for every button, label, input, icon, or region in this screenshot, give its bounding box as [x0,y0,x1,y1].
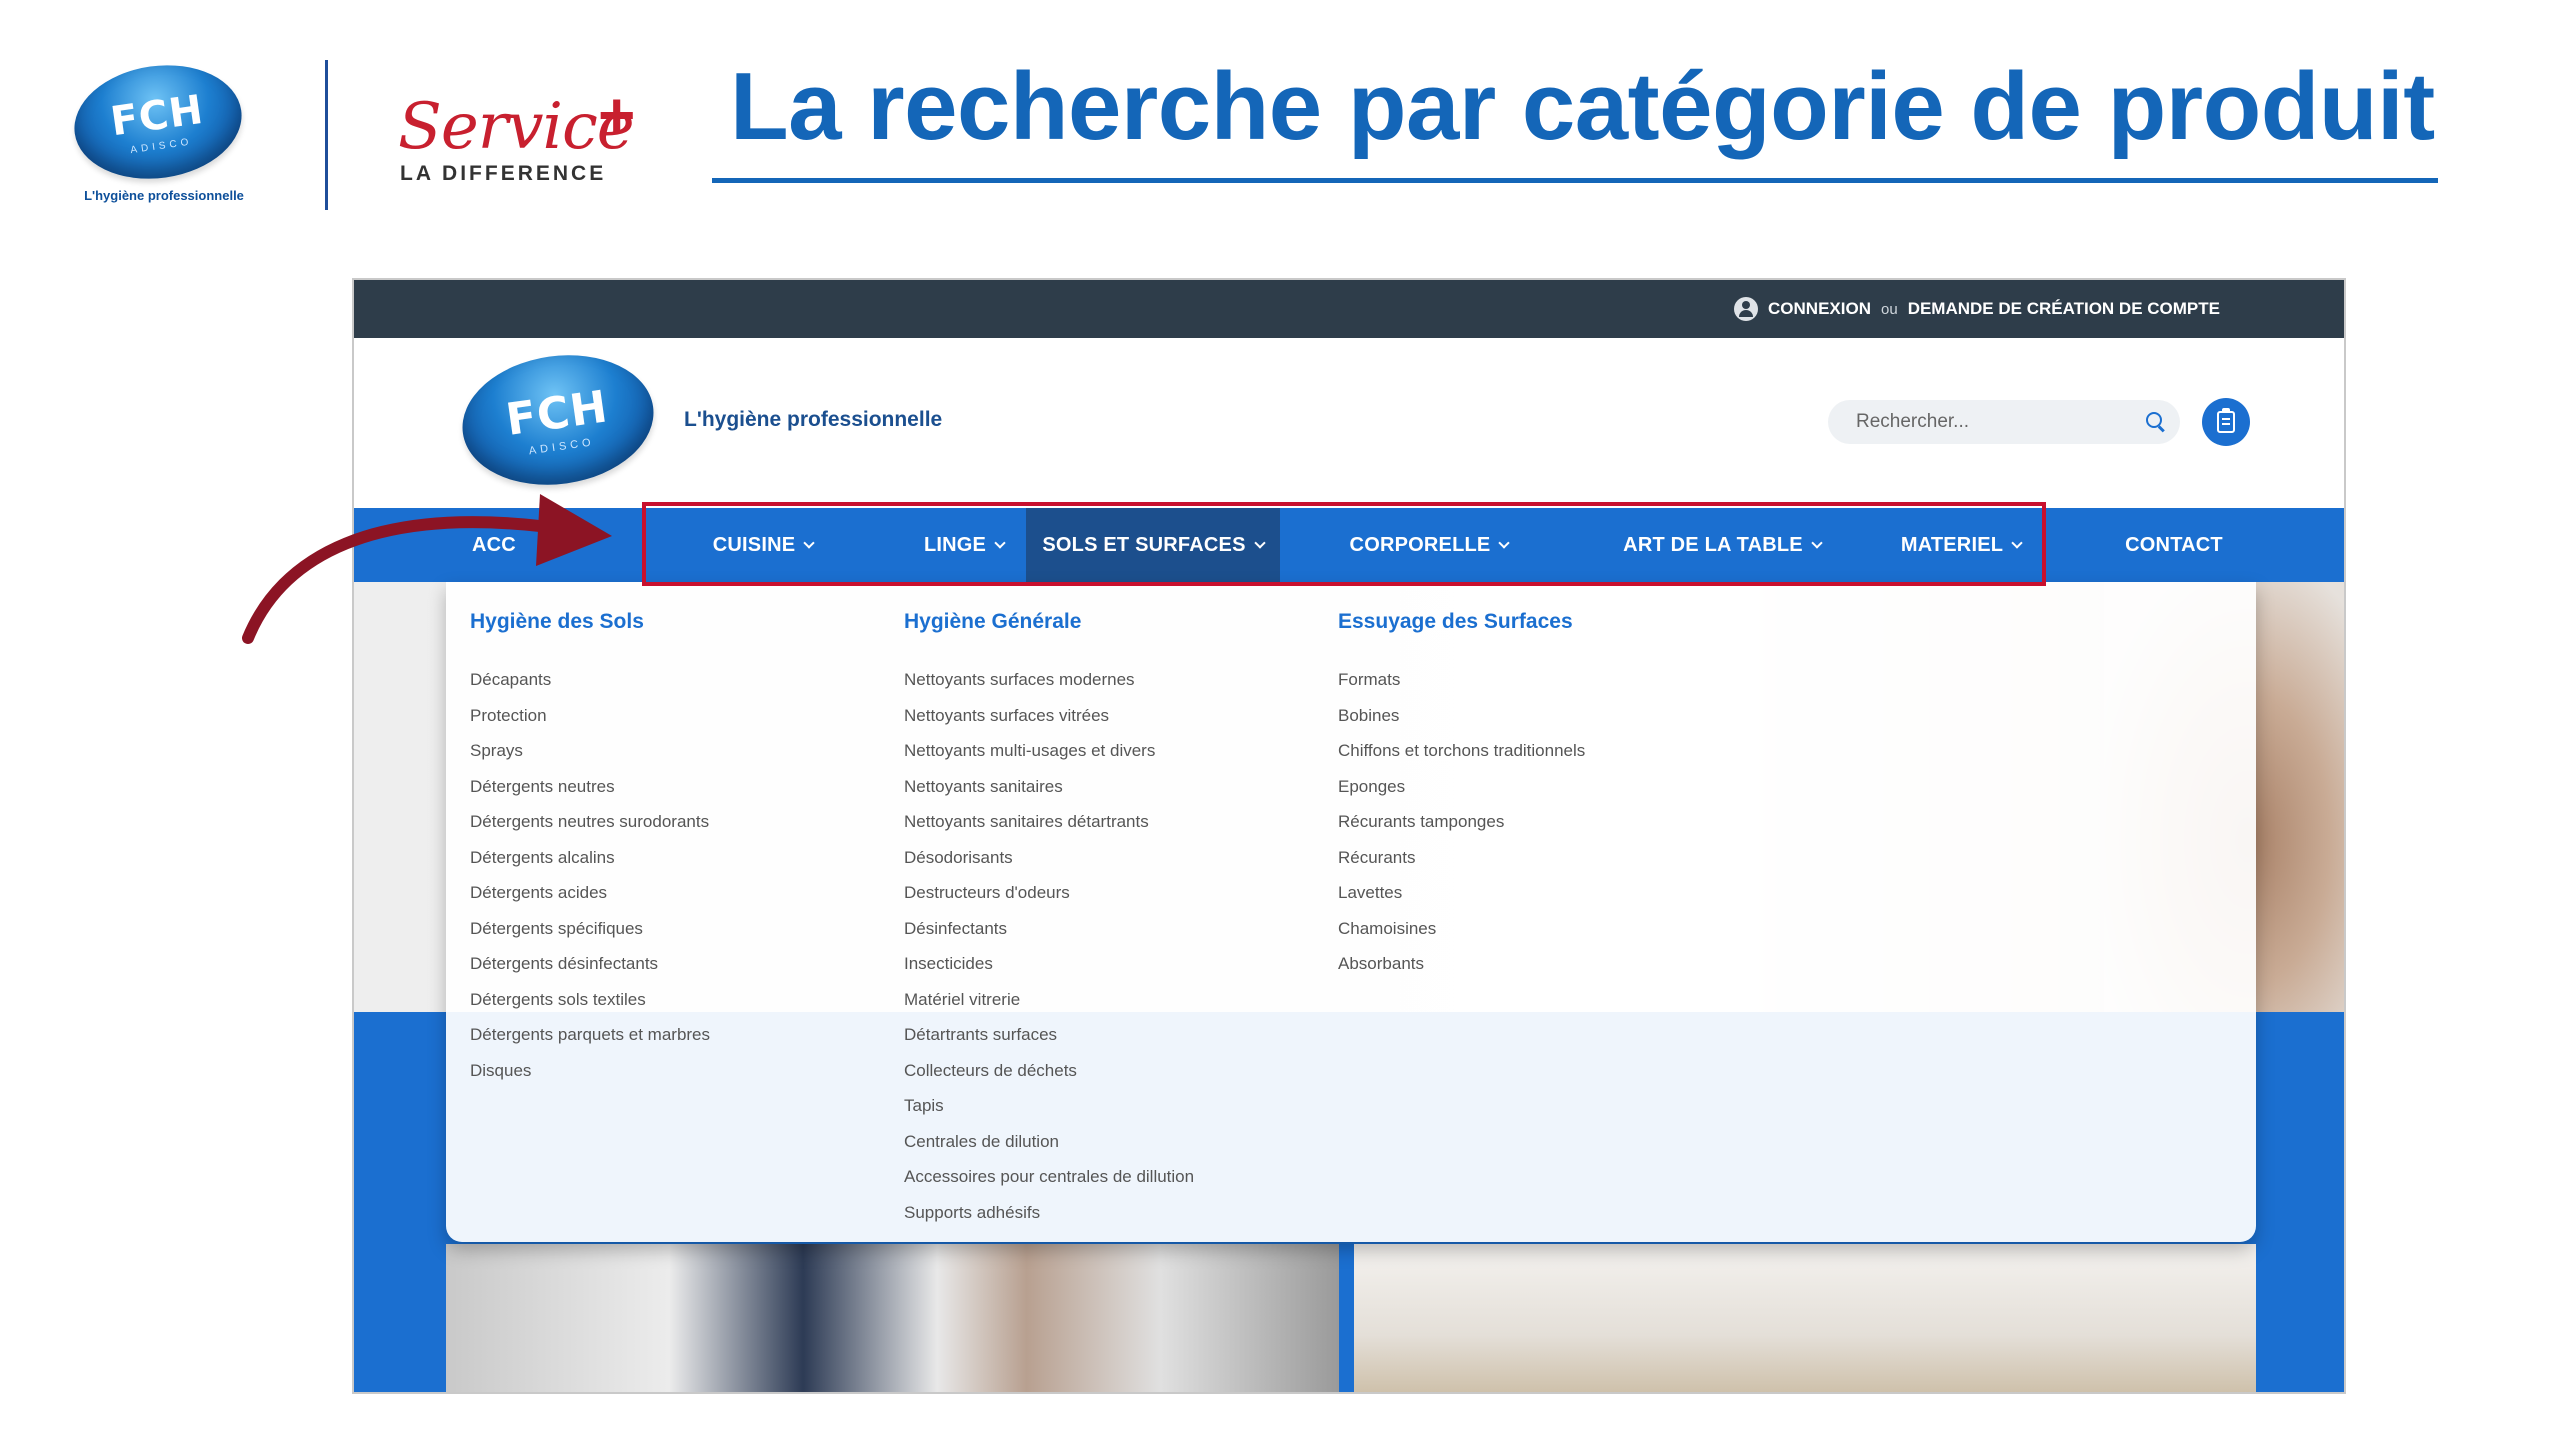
menu-column-title[interactable]: Hygiène Générale [904,610,1194,634]
site-logo[interactable]: FCH ADISCO [454,343,662,497]
menu-item[interactable]: Chamoisines [1338,911,1585,947]
menu-item[interactable]: Chiffons et torchons traditionnels [1338,733,1585,769]
chevron-down-icon [1498,537,1511,549]
nav-item-art-de-la-table[interactable]: ART DE LA TABLE [1578,508,1866,582]
menu-item[interactable]: Nettoyants surfaces modernes [904,662,1194,698]
menu-item[interactable]: Absorbants [1338,946,1585,982]
slide-logo-tagline: L'hygiène professionnelle [84,188,244,203]
chevron-down-icon [994,537,1006,549]
menu-column-hygiene-generale: Hygiène Générale Nettoyants surfaces mod… [904,610,1194,1230]
menu-item[interactable]: Destructeurs d'odeurs [904,875,1194,911]
menu-item[interactable]: Collecteurs de déchets [904,1053,1194,1089]
menu-item[interactable]: Désinfectants [904,911,1194,947]
menu-item[interactable]: Centrales de dilution [904,1124,1194,1160]
menu-item[interactable]: Récurants [1338,840,1585,876]
site-topbar: CONNEXION ou DEMANDE DE CRÉATION DE COMP… [354,280,2344,338]
menu-item[interactable]: Protection [470,698,710,734]
menu-item[interactable]: Nettoyants multi-usages et divers [904,733,1194,769]
menu-item[interactable]: Détergents alcalins [470,840,710,876]
menu-item[interactable]: Formats [1338,662,1585,698]
chevron-down-icon [2011,537,2023,549]
nav-item-contact[interactable]: CONTACT [2074,508,2274,582]
menu-item[interactable]: Détergents parquets et marbres [470,1017,710,1053]
site-tagline: L'hygiène professionnelle [684,408,943,431]
slide-title: La recherche par catégorie de produit [730,53,2435,160]
menu-item[interactable]: Insecticides [904,946,1194,982]
category-photo-kitchen[interactable] [446,1244,1339,1392]
menu-item[interactable]: Détergents neutres surodorants [470,804,710,840]
service-plus-logo: Service + LA DIFFERENCE [398,79,668,190]
slide-title-underline [712,178,2438,183]
nav-item-corporelle[interactable]: CORPORELLE [1280,508,1578,582]
user-icon [1734,297,1759,321]
nav-label: SOLS ET SURFACES [1042,533,1246,556]
menu-item[interactable]: Détergents neutres [470,769,710,805]
nav-label: LINGE [923,533,987,556]
nav-label: ART DE LA TABLE [1623,533,1803,556]
menu-item[interactable]: Eponges [1338,769,1585,805]
fch-logo-text: FCH [107,86,207,145]
menu-item[interactable]: Nettoyants sanitaires [904,769,1194,805]
category-photo-linen[interactable] [1354,1244,2256,1392]
slide-header-divider [325,60,328,210]
nav-label: MATERIEL [1900,533,2004,556]
annotation-arrow-icon [242,494,612,644]
menu-item[interactable]: Décapants [470,662,710,698]
menu-item[interactable]: Accessoires pour centrales de dillution [904,1159,1194,1195]
menu-column-hygiene-sols: Hygiène des Sols Décapants Protection Sp… [470,610,710,1088]
service-logo-subtitle: LA DIFFERENCE [400,162,607,185]
menu-item[interactable]: Nettoyants surfaces vitrées [904,698,1194,734]
clipboard-icon [2217,408,2235,433]
menu-item[interactable]: Détergents désinfectants [470,946,710,982]
chevron-down-icon [1253,537,1266,549]
slide-fch-logo: FCH ADISCO L'hygiène professionnelle [64,54,264,210]
menu-column-title[interactable]: Essuyage des Surfaces [1338,610,1585,634]
site-logo-text: FCH [502,380,612,446]
search-input[interactable] [1856,411,2146,433]
menu-item[interactable]: Récurants tamponges [1338,804,1585,840]
menu-item[interactable]: Lavettes [1338,875,1585,911]
register-link[interactable]: DEMANDE DE CRÉATION DE COMPTE [1908,299,2220,319]
menu-item[interactable]: Bobines [1338,698,1585,734]
nav-label: CONTACT [2125,533,2223,556]
topbar-or-text: ou [1881,300,1898,318]
menu-item[interactable]: Sprays [470,733,710,769]
menu-column-essuyage-surfaces: Essuyage des Surfaces Formats Bobines Ch… [1338,610,1585,982]
nav-item-sols-et-surfaces[interactable]: SOLS ET SURFACES [1026,508,1280,582]
service-logo-plus: + [598,79,636,151]
menu-item[interactable]: Désodorisants [904,840,1194,876]
search-box [1828,400,2180,444]
sols-et-surfaces-dropdown: Hygiène des Sols Décapants Protection Sp… [446,582,2256,1242]
nav-label: CUISINE [712,533,796,556]
chevron-down-icon [1811,537,1823,549]
chevron-down-icon [803,537,815,549]
nav-item-cuisine[interactable]: CUISINE [650,508,876,582]
menu-item[interactable]: Disques [470,1053,710,1089]
fch-logo-badge: FCH ADISCO [67,54,249,190]
search-icon[interactable] [2146,412,2166,432]
nav-item-materiel[interactable]: MATERIEL [1866,508,2056,582]
quote-list-button[interactable] [2202,398,2250,446]
login-link[interactable]: CONNEXION [1768,299,1871,319]
menu-item[interactable]: Détergents spécifiques [470,911,710,947]
website-screenshot: CONNEXION ou DEMANDE DE CRÉATION DE COMP… [352,278,2346,1394]
account-links: CONNEXION ou DEMANDE DE CRÉATION DE COMP… [1734,280,2220,338]
menu-item[interactable]: Tapis [904,1088,1194,1124]
menu-item[interactable]: Supports adhésifs [904,1195,1194,1231]
menu-item[interactable]: Nettoyants sanitaires détartrants [904,804,1194,840]
menu-item[interactable]: Détartrants surfaces [904,1017,1194,1053]
menu-item[interactable]: Détergents acides [470,875,710,911]
menu-item[interactable]: Détergents sols textiles [470,982,710,1018]
menu-item[interactable]: Matériel vitrerie [904,982,1194,1018]
nav-label: CORPORELLE [1349,533,1491,556]
